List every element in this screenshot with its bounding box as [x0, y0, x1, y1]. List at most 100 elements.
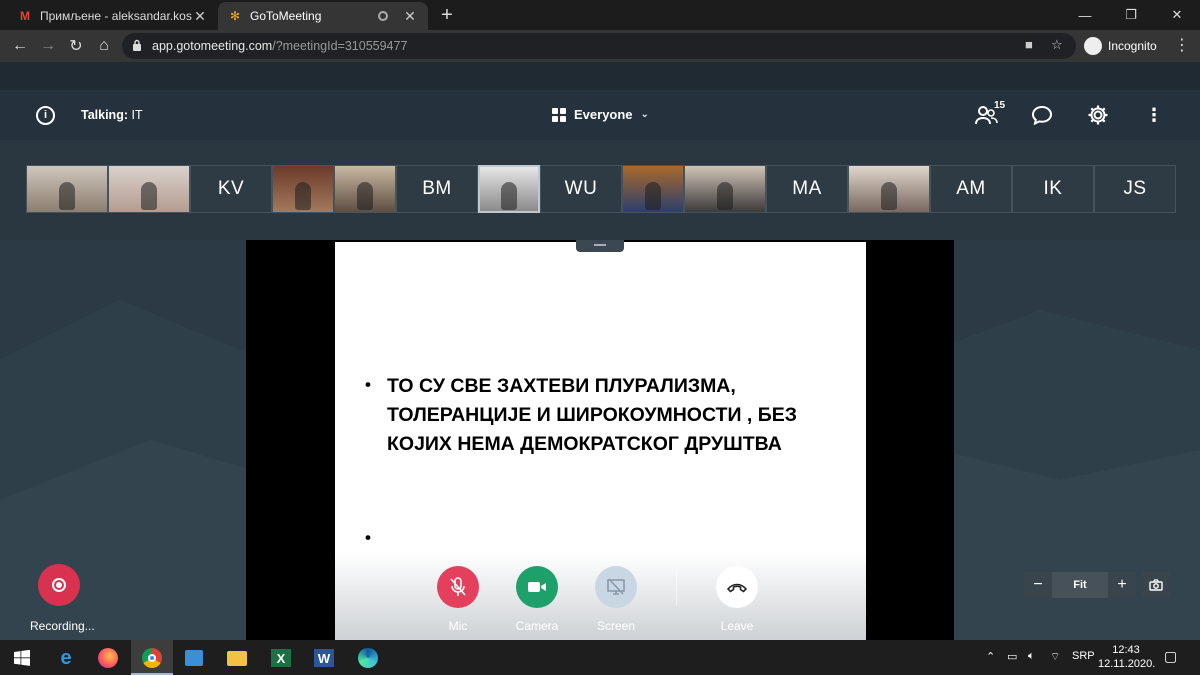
leave-label: Leave: [720, 619, 754, 633]
battery-icon[interactable]: ▭: [1007, 650, 1017, 663]
more-options-icon[interactable]: ⋮: [1144, 104, 1164, 126]
restore-button[interactable]: ❐: [1108, 0, 1154, 30]
participant-initials[interactable]: BM: [396, 165, 478, 213]
tab-title: GoToMeeting: [250, 9, 322, 23]
screen-share-button[interactable]: [595, 566, 637, 608]
participant-video[interactable]: [622, 165, 684, 213]
screen-label: Screen: [596, 619, 636, 633]
browser-tab-bar: M Примљене - aleksandar.kostic@ ✕ ✻ GoTo…: [0, 0, 1200, 30]
talking-value: IT: [131, 108, 143, 122]
zoom-out-button[interactable]: −: [1024, 572, 1052, 598]
media-player-icon[interactable]: [181, 645, 207, 671]
excel-icon[interactable]: X: [268, 645, 294, 671]
tray-chevron-icon[interactable]: ⌃: [986, 650, 995, 663]
wifi-icon[interactable]: ⌔: [1050, 650, 1060, 664]
chrome-icon[interactable]: [139, 645, 165, 671]
participant-initials[interactable]: MA: [766, 165, 848, 213]
chat-button[interactable]: [1030, 104, 1054, 126]
recording-label: Recording...: [30, 619, 95, 633]
mic-muted-icon: [450, 577, 466, 596]
incognito-label: Incognito: [1108, 39, 1157, 53]
participant-initials[interactable]: AM: [930, 165, 1012, 213]
windows-taskbar: [0, 640, 1200, 675]
participant-initials[interactable]: IK: [1012, 165, 1094, 213]
taskbar-clock[interactable]: 12:43 12.11.2020.: [1098, 643, 1155, 671]
participant-video[interactable]: [334, 165, 396, 213]
participant-strip: KV BM WU MA AM IK JS: [26, 165, 1176, 213]
participant-video[interactable]: [848, 165, 930, 213]
record-icon: [52, 578, 66, 592]
back-button[interactable]: ←: [8, 34, 32, 58]
participant-video[interactable]: [272, 165, 334, 213]
tab-gmail[interactable]: M Примљене - aleksandar.kostic@ ✕: [8, 2, 218, 30]
home-button[interactable]: ⌂: [92, 34, 116, 58]
language-indicator[interactable]: SRP: [1072, 650, 1095, 662]
hang-up-icon: [726, 583, 748, 593]
participant-video[interactable]: [26, 165, 108, 213]
participant-video-selected[interactable]: [478, 165, 540, 213]
browser-menu-icon[interactable]: ⋮: [1174, 35, 1190, 55]
camera-label: Camera: [515, 619, 559, 633]
snapshot-button[interactable]: [1142, 572, 1170, 598]
participant-initials[interactable]: WU: [540, 165, 622, 213]
reload-button[interactable]: ↻: [64, 34, 88, 58]
browser-toolbar: ← → ↻ ⌂ app.gotomeeting.com/?meetingId=3…: [0, 30, 1200, 62]
recording-button[interactable]: [38, 564, 80, 606]
zoom-in-button[interactable]: +: [1108, 572, 1136, 598]
view-label: Everyone: [574, 107, 633, 122]
tab-title: Примљене - aleksandar.kostic@: [40, 9, 192, 23]
leave-button[interactable]: [716, 566, 758, 608]
camera-icon: [528, 582, 546, 592]
clock-time: 12:43: [1112, 644, 1140, 656]
zoom-controls: − Fit +: [1024, 572, 1136, 598]
lock-icon: [133, 39, 141, 51]
slide-bullet-text: ТО СУ СВЕ ЗАХТЕВИ ПЛУРАЛИЗМА, ТОЛЕРАНЦИЈ…: [387, 375, 797, 455]
edge-icon[interactable]: [355, 645, 381, 671]
close-tab-icon[interactable]: ✕: [192, 8, 208, 25]
incognito-icon: [1084, 37, 1102, 55]
firefox-icon[interactable]: [95, 645, 121, 671]
talking-indicator: Talking: IT: [81, 108, 143, 122]
view-selector[interactable]: Everyone ⌄: [552, 107, 649, 122]
zoom-fit-button[interactable]: Fit: [1052, 572, 1108, 598]
word-icon[interactable]: W: [311, 645, 337, 671]
file-explorer-icon[interactable]: [224, 645, 250, 671]
windows-start-icon[interactable]: [9, 645, 35, 671]
participant-initials[interactable]: KV: [190, 165, 272, 213]
internet-explorer-icon[interactable]: e: [53, 645, 79, 671]
gear-icon: [1088, 105, 1108, 125]
settings-button[interactable]: [1086, 104, 1110, 126]
notifications-icon[interactable]: ▢: [1164, 648, 1177, 665]
minimize-button[interactable]: —: [1062, 0, 1108, 30]
top-background: [0, 62, 1200, 90]
volume-icon[interactable]: 🔈︎: [1028, 650, 1035, 663]
camera-snapshot-icon: [1149, 579, 1163, 591]
chat-icon: [1031, 105, 1053, 125]
participant-video[interactable]: [684, 165, 766, 213]
url-text: app.gotomeeting.com/?meetingId=310559477: [152, 39, 408, 53]
tab-gotomeeting[interactable]: ✻ GoToMeeting ✕: [218, 2, 428, 30]
participant-initials[interactable]: JS: [1094, 165, 1176, 213]
recording-tab-icon: [378, 11, 388, 21]
address-bar[interactable]: app.gotomeeting.com/?meetingId=310559477…: [122, 33, 1076, 59]
mic-label: Mic: [448, 619, 468, 633]
gmail-icon: M: [20, 9, 30, 23]
participants-count: 15: [994, 100, 1006, 111]
chevron-down-icon: ⌄: [640, 109, 649, 120]
camera-button[interactable]: [516, 566, 558, 608]
forward-button[interactable]: →: [36, 34, 60, 58]
strip-collapse-handle[interactable]: [576, 240, 624, 252]
info-icon[interactable]: i: [36, 106, 55, 125]
bullet-marker: •: [365, 528, 371, 547]
controls-divider: [676, 570, 677, 606]
close-tab-icon[interactable]: ✕: [402, 8, 418, 25]
participant-video[interactable]: [108, 165, 190, 213]
grid-icon: [552, 107, 566, 122]
gotomeeting-icon: ✻: [229, 9, 241, 23]
new-tab-button[interactable]: +: [436, 4, 458, 27]
star-icon[interactable]: ☆: [1051, 37, 1063, 53]
camera-blocked-icon[interactable]: ■: [1025, 37, 1033, 52]
incognito-indicator[interactable]: Incognito: [1084, 34, 1157, 58]
close-window-button[interactable]: ✕: [1154, 0, 1200, 30]
mic-button[interactable]: [437, 566, 479, 608]
